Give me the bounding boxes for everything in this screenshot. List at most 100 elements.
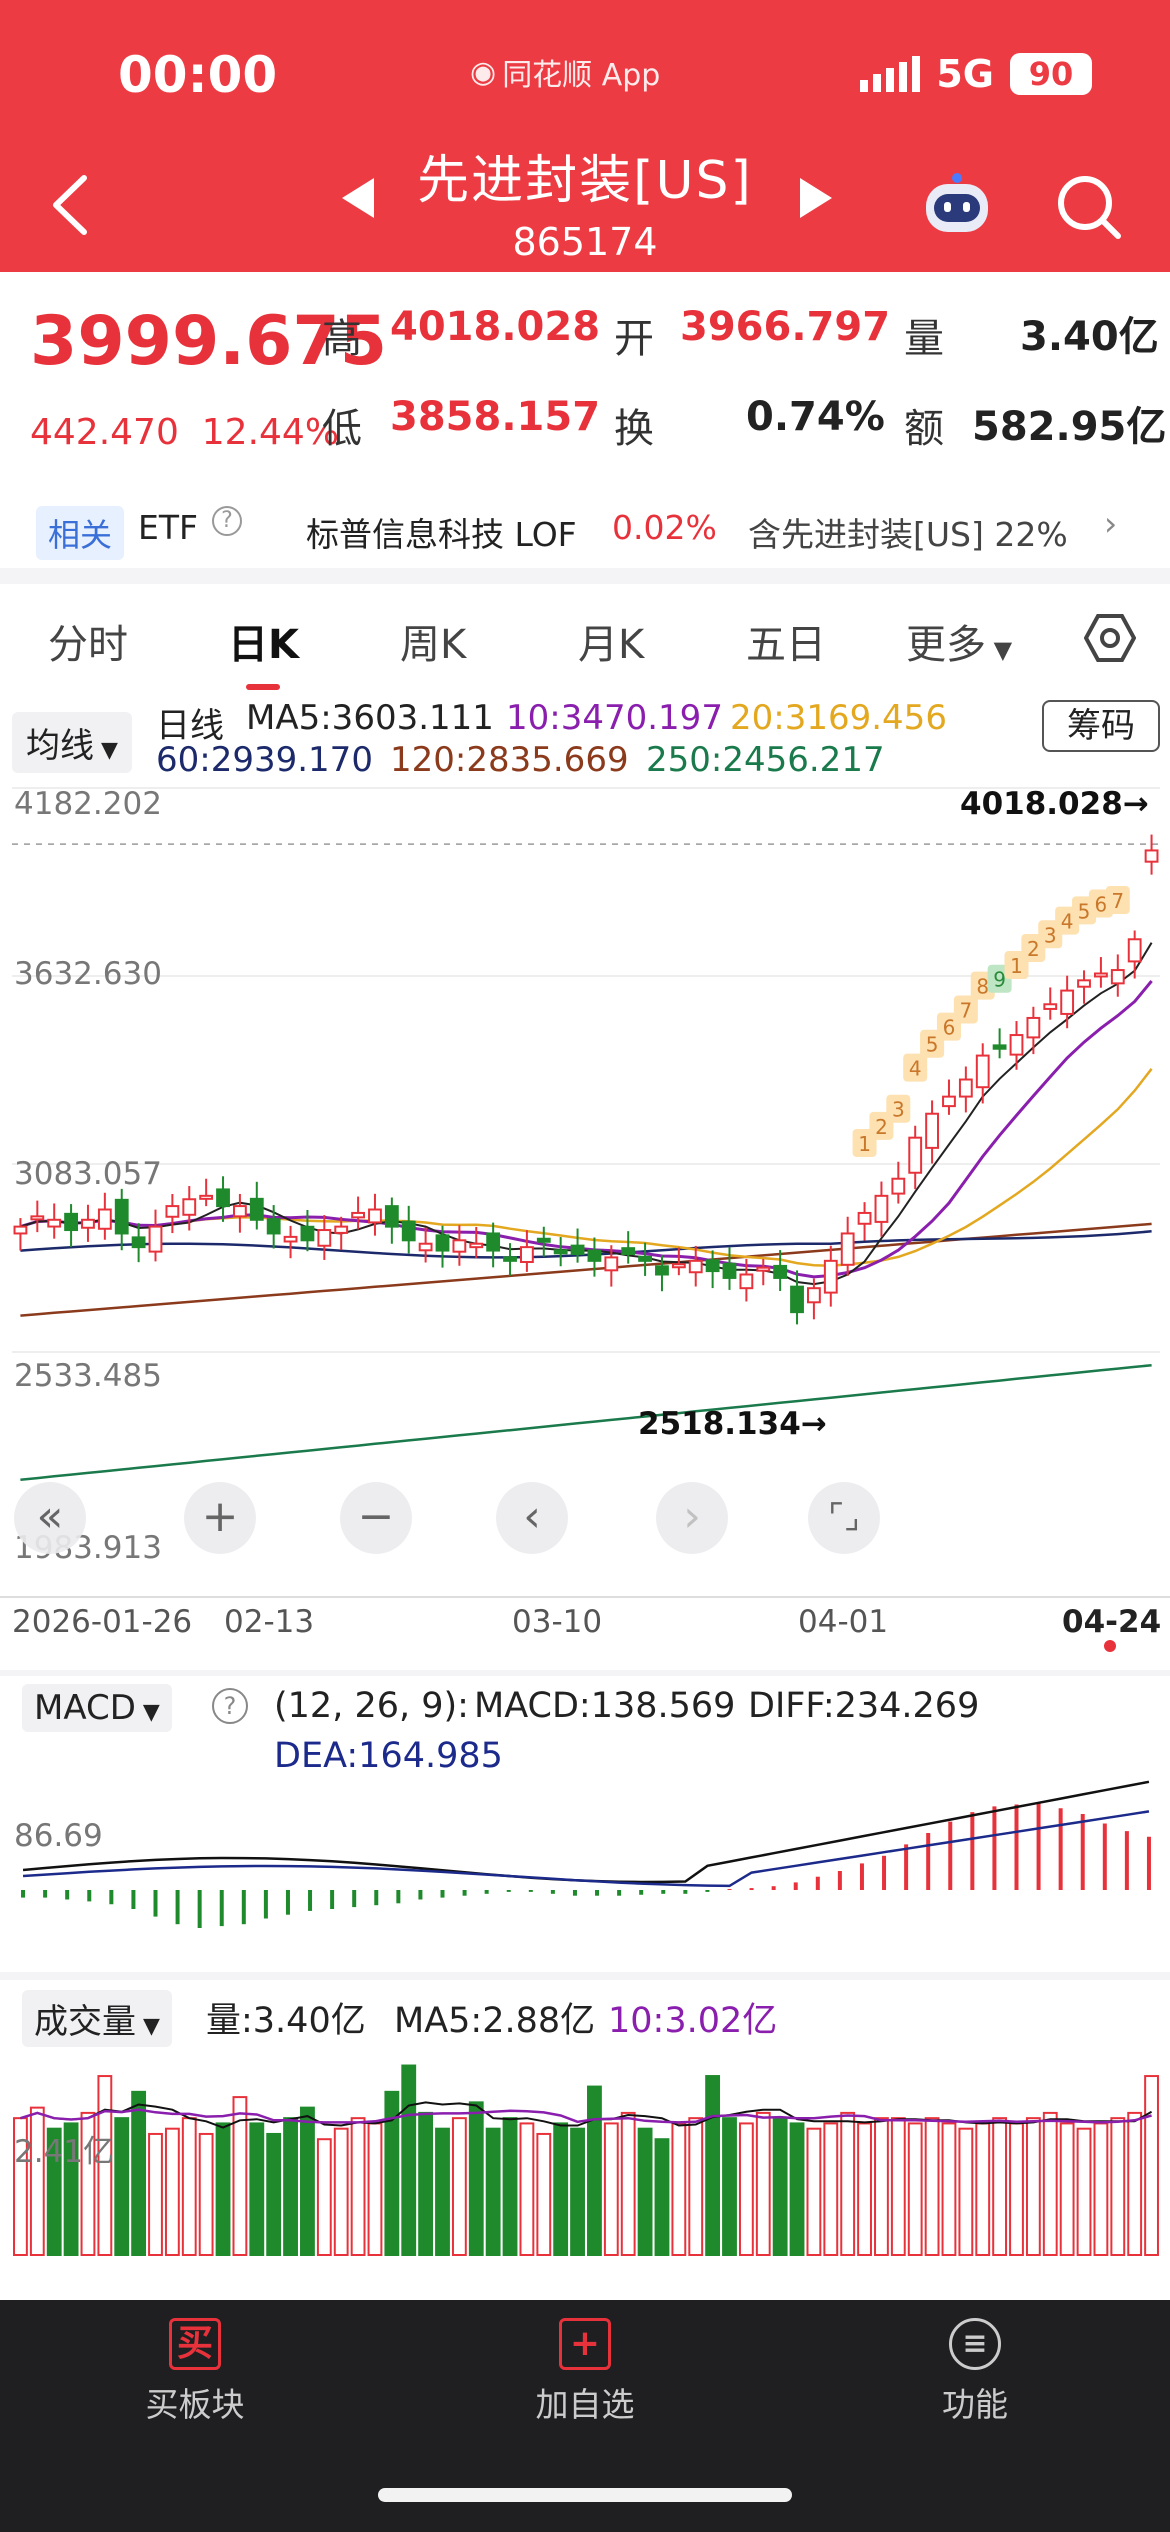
network-type: 5G bbox=[936, 52, 994, 96]
candle-body bbox=[1043, 1003, 1058, 1010]
add-watchlist-button[interactable]: + 加自选 bbox=[520, 2318, 650, 2426]
candle-body bbox=[942, 1095, 956, 1108]
zoom-in-button[interactable]: + bbox=[184, 1482, 256, 1554]
buy-sector-label: 买板块 bbox=[145, 2385, 245, 2424]
candle-body bbox=[182, 1198, 197, 1216]
price-change-pct: 12.44% bbox=[201, 412, 340, 453]
volume-bar bbox=[485, 2127, 501, 2256]
status-indicators: 5G 90 bbox=[860, 52, 1092, 96]
candle-body bbox=[722, 1262, 737, 1279]
td-sequence-label: 5 bbox=[1078, 899, 1091, 923]
etf-label: ETF bbox=[138, 508, 198, 547]
y-label-4: 2533.485 bbox=[14, 1358, 162, 1394]
tab-more-label: 更多 bbox=[906, 622, 986, 668]
low-label: 低 bbox=[322, 406, 362, 452]
candle-body bbox=[1144, 849, 1159, 863]
volume-bar bbox=[705, 2075, 721, 2257]
candle-body bbox=[351, 1211, 365, 1219]
volume-bar bbox=[789, 2122, 805, 2256]
volume-bar bbox=[722, 2117, 737, 2256]
related-bar[interactable]: 相关 ETF ? 标普信息科技 LOF 0.02% 含先进封装[US] 22% … bbox=[0, 496, 1170, 560]
candle-body bbox=[148, 1225, 163, 1253]
macd-diff: DIFF:234.269 bbox=[748, 1686, 980, 1726]
volume-bar bbox=[1059, 2122, 1075, 2256]
chip-button[interactable]: 筹码 bbox=[1042, 700, 1160, 752]
zoom-out-full-button[interactable]: « bbox=[14, 1482, 86, 1554]
candle-body bbox=[604, 1256, 619, 1272]
volume-bar bbox=[1127, 2111, 1143, 2257]
candle-body bbox=[469, 1242, 484, 1249]
next-stock-icon[interactable] bbox=[800, 178, 832, 218]
etf-name[interactable]: 标普信息科技 LOF bbox=[306, 508, 577, 556]
tab-monthly-k[interactable]: 月K bbox=[578, 612, 644, 670]
page-title: 先进封装[US] bbox=[417, 151, 753, 211]
tab-intraday[interactable]: 分时 bbox=[48, 612, 128, 670]
candle-body bbox=[486, 1232, 501, 1252]
volume-bar bbox=[907, 2122, 923, 2256]
volume-bar bbox=[435, 2127, 450, 2256]
candle-body bbox=[283, 1235, 298, 1243]
td-sequence-label: 4 bbox=[909, 1057, 922, 1081]
indicator-select[interactable]: 均线 ▼ bbox=[12, 712, 132, 773]
high-label: 高 bbox=[322, 316, 362, 362]
td-sequence-label: 6 bbox=[1095, 892, 1108, 916]
volume-bar bbox=[874, 2117, 889, 2256]
volume-bar bbox=[637, 2127, 653, 2256]
volume-select[interactable]: 成交量 ▼ bbox=[22, 1990, 172, 2047]
ma20-legend: 20:3169.456 bbox=[730, 698, 947, 738]
candle-body bbox=[536, 1237, 551, 1243]
tab-daily-k[interactable]: 日K bbox=[228, 612, 299, 670]
volume-bar bbox=[553, 2122, 569, 2256]
volume-select-label: 成交量 bbox=[34, 2002, 136, 2042]
x-axis-line bbox=[0, 1596, 1170, 1598]
candle-body bbox=[97, 1208, 112, 1230]
candle-body bbox=[807, 1287, 821, 1304]
kline-chart[interactable]: 12345678 91234 5 6 7 bbox=[0, 780, 1170, 1600]
tab-weekly-k[interactable]: 周K bbox=[400, 612, 466, 670]
contains-text[interactable]: 含先进封装[US] 22% bbox=[748, 508, 1068, 556]
pan-right-button[interactable]: › bbox=[656, 1482, 728, 1554]
candle-body bbox=[621, 1247, 636, 1255]
zoom-minus-button[interactable]: − bbox=[340, 1482, 412, 1554]
tab-more[interactable]: 更多 ▼ bbox=[906, 612, 1012, 670]
search-icon[interactable] bbox=[1052, 170, 1124, 242]
macd-chart[interactable] bbox=[0, 1780, 1170, 1970]
menu-icon: ≡ bbox=[949, 2318, 1001, 2370]
amount-value: 582.95亿 bbox=[972, 404, 1167, 450]
open-label: 开 bbox=[614, 316, 654, 362]
ma120-legend: 120:2835.669 bbox=[390, 740, 629, 780]
battery-icon: 90 bbox=[1010, 53, 1092, 95]
volume-bar bbox=[536, 2132, 552, 2256]
candle-body bbox=[384, 1205, 399, 1228]
candle-body bbox=[992, 1044, 1007, 1050]
function-button[interactable]: ≡ 功能 bbox=[910, 2318, 1040, 2426]
fullscreen-button[interactable]: ⌜⌟ bbox=[808, 1482, 880, 1554]
settings-hexagon-icon[interactable] bbox=[1084, 612, 1136, 664]
macd-help-icon[interactable]: ? bbox=[212, 1688, 248, 1724]
candle-body bbox=[47, 1218, 62, 1228]
candle-body bbox=[908, 1136, 923, 1174]
pan-left-button[interactable]: ‹ bbox=[496, 1482, 568, 1554]
macd-y-label: 86.69 bbox=[14, 1818, 103, 1854]
candle-body bbox=[756, 1266, 771, 1272]
candle-body bbox=[570, 1244, 585, 1255]
assistant-robot-icon[interactable] bbox=[920, 172, 994, 238]
candle-body bbox=[1009, 1034, 1024, 1056]
macd-select[interactable]: MACD ▼ bbox=[22, 1684, 172, 1732]
candle-body bbox=[13, 1225, 28, 1235]
buy-sector-button[interactable]: 买 买板块 bbox=[130, 2318, 260, 2426]
volume-bar bbox=[283, 2117, 298, 2256]
help-icon[interactable]: ? bbox=[212, 506, 242, 536]
candle-body bbox=[334, 1225, 349, 1234]
turnover-value: 0.74% bbox=[746, 394, 885, 440]
volume-bar bbox=[857, 2122, 872, 2256]
tab-five-day[interactable]: 五日 bbox=[746, 612, 826, 670]
candle-body bbox=[857, 1211, 872, 1225]
candle-body bbox=[655, 1265, 669, 1276]
volume-chart[interactable] bbox=[0, 2040, 1170, 2260]
ma5-legend: MA5:3603.111 bbox=[246, 698, 494, 738]
volume-bar bbox=[418, 2111, 434, 2257]
ma250-legend: 250:2456.217 bbox=[646, 740, 885, 780]
candle-body bbox=[671, 1263, 686, 1269]
section-divider bbox=[0, 568, 1170, 584]
